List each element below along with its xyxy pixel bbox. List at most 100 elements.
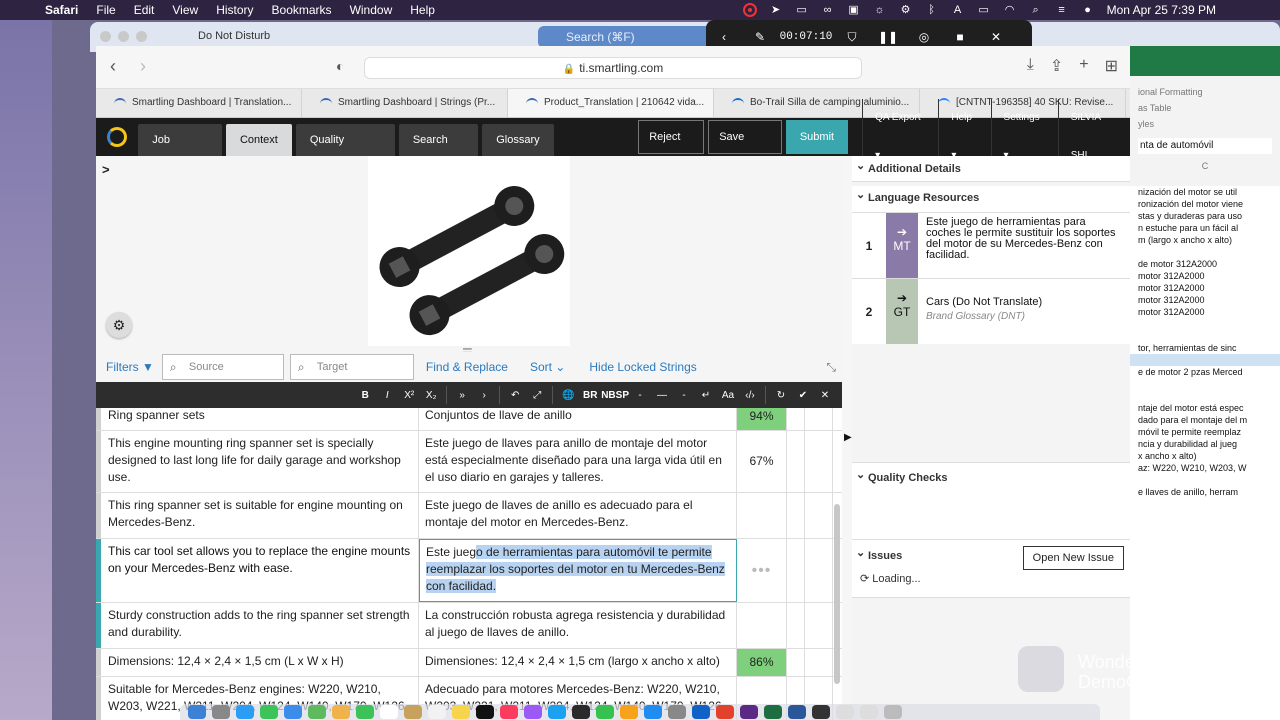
trash-icon[interactable] [884, 705, 902, 719]
zoom-dot[interactable] [136, 31, 147, 42]
collapse-icon[interactable]: ‹ [706, 30, 742, 44]
wifi-icon[interactable]: ◠ [1003, 4, 1017, 16]
excel-cell[interactable]: motor 312A2000 [1130, 270, 1280, 282]
copy-all-tags-button[interactable]: » [451, 390, 473, 401]
ribbon-format-as-table[interactable]: as Table [1138, 100, 1272, 116]
panel-toggle-icon[interactable]: ▶ [844, 432, 852, 443]
find-replace-link[interactable]: Find & Replace [426, 360, 508, 374]
excel-cell[interactable]: ntaje del motor está espec [1130, 402, 1280, 414]
insert-arrow-icon[interactable]: ➔ [886, 225, 918, 239]
insert-hyphen-button[interactable]: - [629, 390, 651, 401]
insert-return-button[interactable]: ↵ [695, 390, 717, 401]
menu-history[interactable]: History [207, 3, 262, 17]
target-editor[interactable]: Este juego de herramientas para automóvi… [419, 539, 737, 602]
insert-emdash-button[interactable]: — [651, 390, 673, 401]
excel-cell[interactable]: ncia y durabilidad al jueg [1130, 438, 1280, 450]
siri-icon[interactable]: ● [1081, 4, 1095, 16]
open-new-issue-button[interactable]: Open New Issue [1022, 546, 1124, 570]
menu-window[interactable]: Window [341, 3, 402, 17]
excel-cell[interactable]: e de motor 2 pzas Merced [1130, 366, 1280, 378]
stocks-icon[interactable] [572, 705, 590, 719]
word-icon[interactable] [788, 705, 806, 719]
slack-icon[interactable] [740, 705, 758, 719]
ribbon-cell-styles[interactable]: yles [1138, 116, 1272, 132]
confirm-button[interactable]: ✔ [792, 390, 814, 401]
reject-all-button[interactable]: Reject All [638, 120, 705, 175]
privacy-shield-icon[interactable]: ◐ [336, 58, 344, 74]
target-cell[interactable]: Dimensiones: 12,4 × 2,4 × 1,5 cm (largo … [419, 649, 737, 676]
table-row[interactable]: Dimensions: 12,4 × 2,4 × 1,5 cm (L x W x… [96, 649, 842, 677]
table-row[interactable]: Ring spanner sets Conjuntos de llave de … [96, 408, 842, 431]
spotlight-icon[interactable]: ⌕ [1029, 4, 1043, 16]
menu-app-name[interactable]: Safari [36, 3, 87, 17]
text-input-icon[interactable]: A [951, 4, 965, 16]
camera-icon[interactable]: ◎ [906, 30, 942, 44]
additional-details-header[interactable]: Additional Details [852, 153, 1130, 182]
forward-icon[interactable]: › [140, 56, 146, 77]
source-search-input[interactable]: ⌕ Source [161, 354, 284, 380]
menu-edit[interactable]: Edit [125, 3, 164, 17]
excel-cell[interactable]: motor 312A2000 [1130, 294, 1280, 306]
nav-search-tm[interactable]: Search TM [398, 124, 479, 178]
cancel-button[interactable]: ✕ [814, 390, 836, 401]
table-row[interactable]: This ring spanner set is suitable for en… [96, 493, 842, 539]
ribbon-conditional-formatting[interactable]: ional Formatting [1138, 84, 1272, 100]
insert-nbsp-button[interactable]: NBSP [601, 390, 629, 401]
stop-icon[interactable]: ■ [942, 30, 978, 44]
additional-details-section[interactable]: Additional Details [852, 153, 1130, 182]
subscript-button[interactable]: X₂ [420, 390, 442, 401]
calendar-icon[interactable] [380, 705, 398, 719]
excel-cell[interactable] [1130, 246, 1280, 258]
target-cell[interactable]: Conjuntos de llave de anillo [419, 408, 737, 430]
keyboard-icon[interactable]: ▭ [795, 4, 809, 16]
bold-button[interactable]: B [354, 390, 376, 401]
save-page-button[interactable]: Save Page [708, 120, 782, 175]
target-search-input[interactable]: ⌕ Target [289, 354, 414, 380]
excel-cell[interactable] [1130, 354, 1280, 366]
tab-overview-icon[interactable]: ⊞ [1105, 56, 1118, 76]
quality-checks-header[interactable]: Quality Checks [852, 460, 1130, 493]
excel-cell[interactable]: e llaves de anillo, herram [1130, 486, 1280, 498]
nav-quality-checks[interactable]: Quality Checks [295, 124, 395, 178]
excel-cell[interactable] [1130, 390, 1280, 402]
excel-cell[interactable]: dado para el montaje del m [1130, 414, 1280, 426]
back-icon[interactable]: ‹ [110, 56, 116, 77]
nav-context[interactable]: Context [225, 124, 292, 156]
excel-cell[interactable]: de motor 312A2000 [1130, 258, 1280, 270]
clock[interactable]: Mon Apr 25 7:39 PM [1107, 3, 1216, 17]
new-tab-icon[interactable]: + [1079, 56, 1088, 76]
numbers-icon[interactable] [596, 705, 614, 719]
target-cell[interactable]: Este juego de llaves de anillo es adecua… [419, 493, 737, 538]
news-icon[interactable] [548, 705, 566, 719]
collapse-arrows-icon[interactable]: ⤡ [826, 360, 836, 375]
podcasts-icon[interactable] [524, 705, 542, 719]
menu-bookmarks[interactable]: Bookmarks [263, 3, 341, 17]
creative-cloud-icon[interactable]: ∞ [821, 4, 835, 16]
menu-help[interactable]: Help [401, 3, 444, 17]
next-tag-button[interactable]: › [473, 390, 495, 401]
excel-cell[interactable]: x ancho x alto) [1130, 450, 1280, 462]
excel-cell[interactable]: nización del motor se util [1130, 186, 1280, 198]
shield-icon[interactable]: ⛉ [834, 30, 870, 45]
maps-icon[interactable] [308, 705, 326, 719]
control-center-icon[interactable]: ≡ [1055, 4, 1069, 16]
excel-cell[interactable]: móvil te permite reemplaz [1130, 426, 1280, 438]
launchpad-icon[interactable] [212, 705, 230, 719]
excel-formula-bar[interactable]: nta de automóvil [1138, 138, 1272, 154]
reminders-icon[interactable] [428, 705, 446, 719]
language-resource-item[interactable]: 2 ➔ GT Cars (Do Not Translate) Brand Gloss… [852, 278, 1130, 344]
address-bar[interactable]: 🔒 ti.smartling.com [364, 57, 862, 79]
pen-icon[interactable]: ✎ [742, 30, 778, 44]
globe-icon[interactable]: 🌐 [557, 390, 579, 401]
brightness-icon[interactable]: ☼ [873, 4, 887, 16]
excel-cell[interactable]: az: W220, W210, W203, W [1130, 462, 1280, 474]
context-settings-icon[interactable]: ⚙ [106, 312, 132, 338]
share-icon[interactable]: ⇪ [1050, 56, 1063, 76]
close-dot[interactable] [100, 31, 111, 42]
excel-cell[interactable]: m (largo x ancho x alto) [1130, 234, 1280, 246]
pause-icon[interactable]: ❚❚ [870, 30, 906, 44]
excel-cell[interactable]: motor 312A2000 [1130, 306, 1280, 318]
excel-cell[interactable] [1130, 378, 1280, 390]
cursor-icon[interactable]: ➤ [769, 4, 783, 16]
menu-file[interactable]: File [87, 3, 124, 17]
